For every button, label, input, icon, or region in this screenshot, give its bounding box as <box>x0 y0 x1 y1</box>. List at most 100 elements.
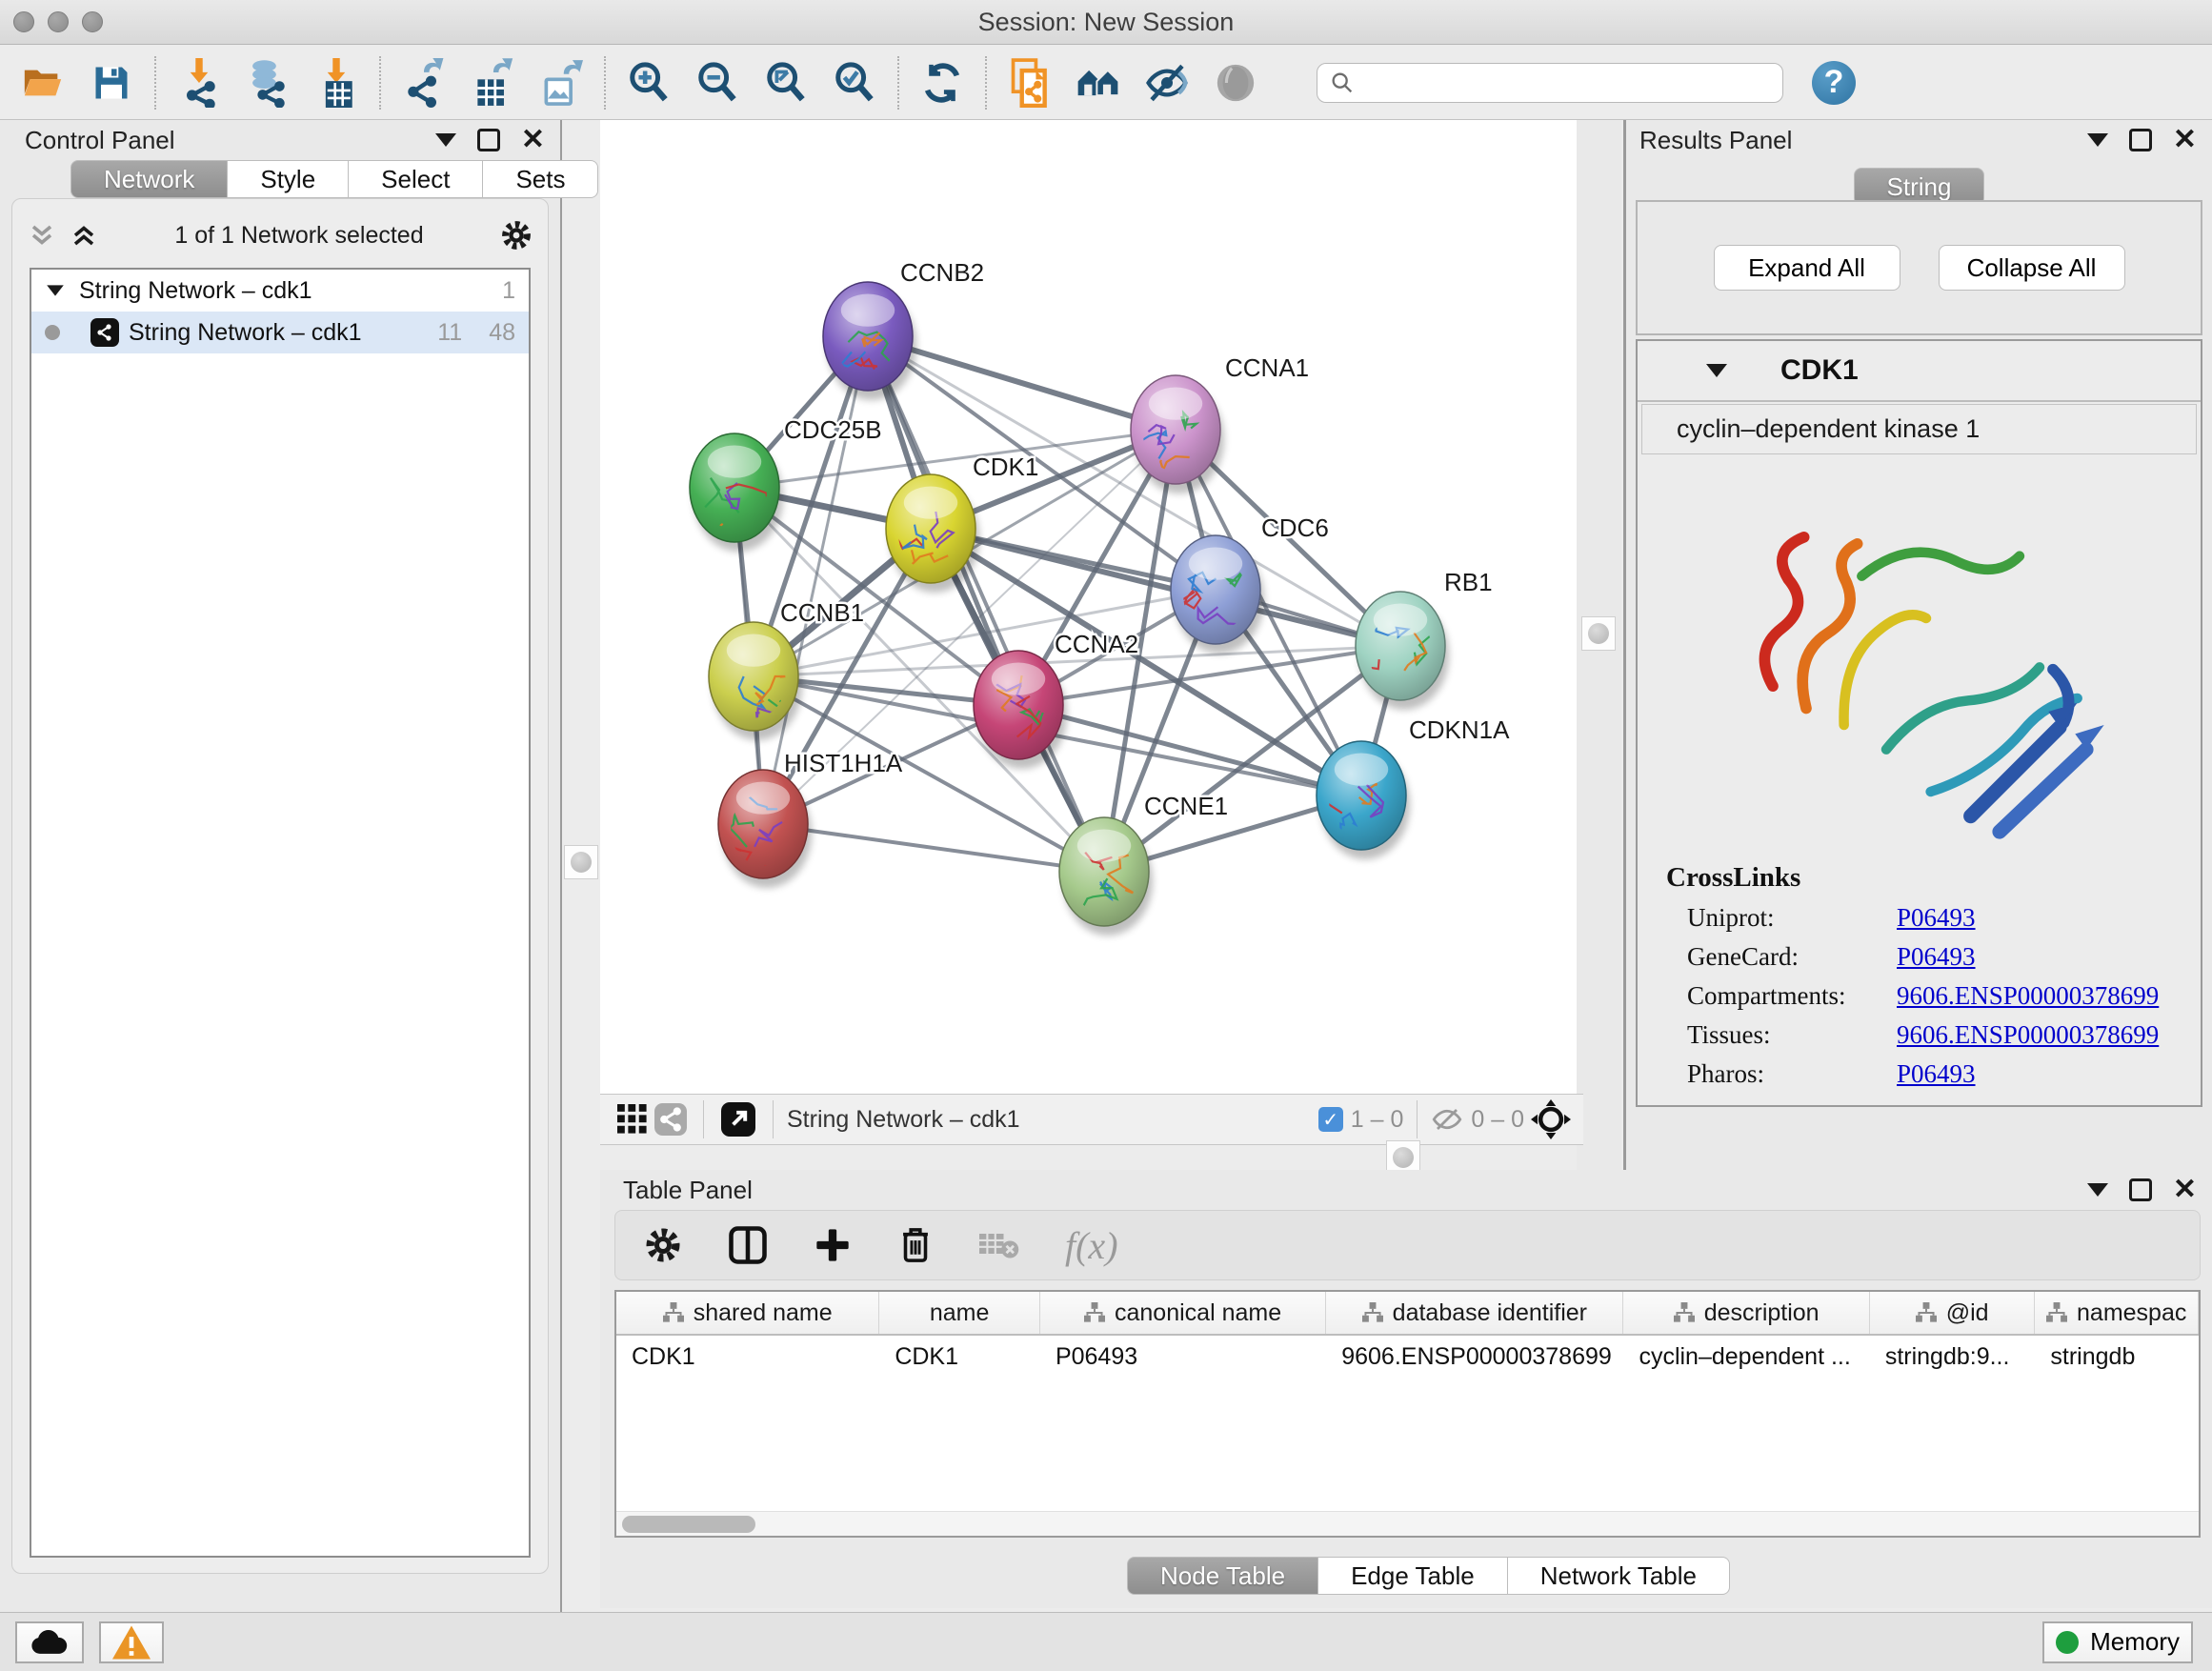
right-splitter-handle[interactable] <box>1581 616 1616 651</box>
import-network-database-icon[interactable] <box>246 61 290 105</box>
collection-expand-icon[interactable] <box>47 285 64 295</box>
network-node-CDC25B[interactable]: CDC25B <box>690 415 882 552</box>
search-input[interactable] <box>1365 69 1771 97</box>
selected-checkbox-icon[interactable]: ✓ <box>1318 1107 1343 1132</box>
edge-CCNB2-CCNE1[interactable] <box>868 336 1104 872</box>
table-settings-gear-icon[interactable] <box>644 1226 682 1264</box>
crosslink-value-link[interactable]: 9606.ENSP00000378699 <box>1897 1020 2159 1050</box>
control-panel-menu-icon[interactable] <box>435 133 456 147</box>
column-header-database-identifier[interactable]: database identifier <box>1326 1292 1623 1334</box>
column-header-@id[interactable]: @id <box>1870 1292 2036 1334</box>
zoom-selected-icon[interactable] <box>833 61 876 105</box>
gene-collapse-icon[interactable] <box>1706 364 1727 377</box>
column-header-description[interactable]: description <box>1623 1292 1869 1334</box>
results-panel-float-icon[interactable] <box>2129 129 2152 151</box>
network-canvas[interactable]: CCNB2CCNA1CDC25BCDK1CDC6RB1CCNB1CCNA2CDK… <box>600 120 1577 1094</box>
export-network-icon[interactable] <box>402 61 446 105</box>
network-node-CCNB2[interactable]: CCNB2 <box>823 258 984 400</box>
results-panel-close-icon[interactable]: ✕ <box>2173 126 2197 154</box>
network-row-selected[interactable]: String Network – cdk1 11 48 <box>31 312 529 353</box>
node-label-CCNB2: CCNB2 <box>900 258 984 287</box>
network-node-HIST1H1A[interactable]: HIST1H1A <box>718 749 903 888</box>
node-label-CCNA2: CCNA2 <box>1055 630 1138 658</box>
refresh-icon[interactable] <box>920 61 964 105</box>
tab-node-table[interactable]: Node Table <box>1127 1557 1318 1595</box>
clone-network-icon[interactable] <box>1008 61 1052 105</box>
left-splitter-handle[interactable] <box>564 845 598 879</box>
crosslink-value-link[interactable]: P06493 <box>1897 1059 1976 1089</box>
zoom-in-icon[interactable] <box>627 61 671 105</box>
help-icon[interactable]: ? <box>1812 61 1856 105</box>
network-node-RB1[interactable]: RB1 <box>1348 568 1492 710</box>
tab-sets[interactable]: Sets <box>483 160 598 198</box>
crosslink-value-link[interactable]: P06493 <box>1897 903 1976 933</box>
show-graphics-icon[interactable] <box>1214 61 1257 105</box>
network-style-icon[interactable] <box>652 1097 690 1141</box>
tab-edge-table[interactable]: Edge Table <box>1318 1557 1508 1595</box>
table-panel-float-icon[interactable] <box>2129 1178 2152 1201</box>
birdseye-grid-icon[interactable] <box>613 1097 652 1141</box>
open-session-icon[interactable] <box>21 61 65 105</box>
network-node-CDC6[interactable]: CDC6 <box>1171 513 1329 654</box>
crosslink-label: Compartments: <box>1687 981 1897 1011</box>
table-panel-close-icon[interactable]: ✕ <box>2173 1176 2197 1204</box>
results-panel-menu-icon[interactable] <box>2087 133 2108 147</box>
tab-network[interactable]: Network <box>70 160 228 198</box>
column-header-namespac[interactable]: namespac <box>2035 1292 2199 1334</box>
tab-network-table[interactable]: Network Table <box>1508 1557 1730 1595</box>
zoom-out-icon[interactable] <box>695 61 739 105</box>
tab-style[interactable]: Style <box>228 160 349 198</box>
crosslinks-title: CrossLinks <box>1666 862 2201 894</box>
table-row[interactable]: CDK1CDK1P064939606.ENSP00000378699cyclin… <box>616 1336 2199 1378</box>
edge-CDK1-RB1[interactable] <box>931 529 1400 646</box>
save-session-icon[interactable] <box>90 61 133 105</box>
column-header-name[interactable]: name <box>879 1292 1040 1334</box>
edge-HIST1H1A-CCNE1[interactable] <box>763 824 1104 872</box>
network-graph[interactable]: CCNB2CCNA1CDC25BCDK1CDC6RB1CCNB1CCNA2CDK… <box>600 120 1577 1094</box>
scrollbar-thumb[interactable] <box>622 1516 755 1533</box>
delete-column-trash-icon[interactable] <box>897 1225 934 1265</box>
import-table-file-icon[interactable] <box>314 61 358 105</box>
network-collection-row[interactable]: String Network – cdk1 1 <box>31 270 529 312</box>
export-table-icon[interactable] <box>471 61 514 105</box>
zoom-fit-icon[interactable] <box>764 61 808 105</box>
home-icon[interactable] <box>1076 61 1120 105</box>
import-network-file-icon[interactable] <box>177 61 221 105</box>
collapse-all-button[interactable]: Collapse All <box>1939 245 2125 291</box>
network-node-CDKN1A[interactable]: CDKN1A <box>1304 715 1510 859</box>
memory-button[interactable]: Memory <box>2042 1621 2193 1663</box>
crosslink-value-link[interactable]: P06493 <box>1897 942 1976 972</box>
edge-CCNA2-CDKN1A[interactable] <box>1018 705 1361 795</box>
control-panel-close-icon[interactable]: ✕ <box>521 126 545 154</box>
export-image-icon[interactable] <box>539 61 583 105</box>
network-view-toolbar: String Network – cdk1 ✓ 1 – 0 0 – 0 <box>600 1094 1583 1145</box>
control-panel-float-icon[interactable] <box>477 129 500 151</box>
gear-icon[interactable] <box>500 219 533 252</box>
warnings-button[interactable] <box>99 1621 164 1663</box>
column-header-canonical-name[interactable]: canonical name <box>1040 1292 1326 1334</box>
expand-all-icon[interactable] <box>70 221 98 250</box>
collapse-all-icon[interactable] <box>28 221 56 250</box>
table-horizontal-scrollbar[interactable] <box>616 1511 2199 1536</box>
hide-unhide-icon[interactable] <box>1145 61 1189 105</box>
column-label: @id <box>1946 1299 1989 1327</box>
add-column-icon[interactable] <box>814 1226 852 1264</box>
fit-content-crosshair-icon[interactable] <box>1524 1097 1578 1141</box>
tab-select[interactable]: Select <box>349 160 483 198</box>
cloud-status-button[interactable] <box>15 1621 84 1663</box>
network-node-CDK1[interactable]: CDK1 <box>869 453 1038 593</box>
expand-all-button[interactable]: Expand All <box>1714 245 1900 291</box>
gene-section-header[interactable]: CDK1 <box>1638 341 2201 402</box>
network-type-icon <box>90 318 119 347</box>
column-header-shared-name[interactable]: shared name <box>616 1292 879 1334</box>
gene-name: CDK1 <box>1780 354 1859 387</box>
network-node-CCNB1[interactable]: CCNB1 <box>709 598 864 740</box>
column-label: description <box>1704 1299 1820 1327</box>
results-panel-title: Results Panel <box>1639 126 1792 155</box>
open-in-window-icon[interactable] <box>717 1097 759 1141</box>
crosslink-value-link[interactable]: 9606.ENSP00000378699 <box>1897 981 2159 1011</box>
gene-section: CDK1 cyclin–dependent kinase 1 <box>1636 339 2202 1107</box>
show-columns-icon[interactable] <box>728 1225 768 1265</box>
table-panel-menu-icon[interactable] <box>2087 1183 2108 1197</box>
network-node-CCNE1[interactable]: CCNE1 <box>1059 792 1228 936</box>
